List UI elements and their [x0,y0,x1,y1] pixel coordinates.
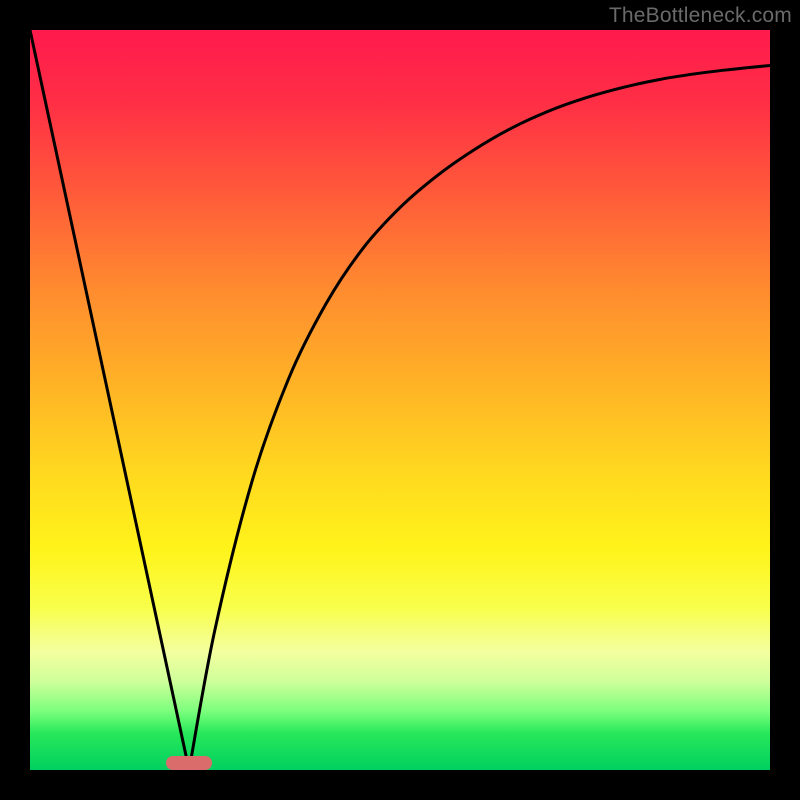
right-curve-path [189,66,770,771]
plot-area [30,30,770,770]
curve-layer [30,30,770,770]
watermark-text: TheBottleneck.com [609,4,792,28]
chart-frame: TheBottleneck.com [0,0,800,800]
min-marker [166,756,212,770]
left-line-path [30,30,189,770]
